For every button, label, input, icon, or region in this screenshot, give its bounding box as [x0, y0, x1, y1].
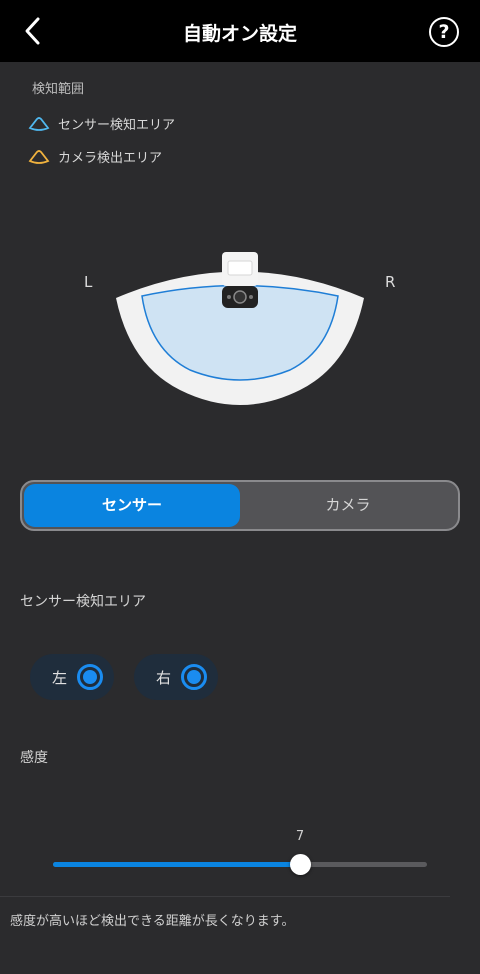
left-side-toggle[interactable]: 左: [30, 654, 114, 700]
right-radio-button[interactable]: [181, 664, 207, 690]
tab-camera[interactable]: カメラ: [240, 484, 456, 527]
legend-camera-label: カメラ検出エリア: [58, 151, 163, 166]
legend-camera-area: カメラ検出エリア: [28, 147, 162, 166]
sensitivity-slider-thumb[interactable]: [289, 854, 311, 875]
radio-selected-dot: [187, 670, 201, 684]
question-icon: ?: [438, 21, 450, 43]
camera-area-icon: [28, 149, 50, 164]
right-side-toggle[interactable]: 右: [134, 654, 218, 700]
right-side-label: R: [385, 273, 396, 291]
device-icon: [222, 252, 258, 308]
radio-selected-dot: [83, 670, 97, 684]
mode-segmented-control: センサー カメラ: [20, 480, 460, 531]
help-button[interactable]: ?: [429, 17, 459, 47]
detection-area-diagram: [116, 252, 364, 405]
legend-sensor-area: センサー検知エリア: [28, 114, 175, 133]
left-radio-button[interactable]: [77, 664, 103, 690]
sensor-area-label: センサー検知エリア: [20, 594, 146, 610]
sensitivity-note: 感度が高いほど検出できる距離が長くなります。: [10, 914, 295, 929]
divider: [0, 896, 450, 897]
right-side-toggle-label: 右: [156, 669, 172, 687]
tab-sensor[interactable]: センサー: [24, 484, 240, 527]
detection-range-heading: 検知範囲: [32, 82, 85, 97]
left-side-label: L: [84, 273, 93, 291]
sensitivity-label: 感度: [20, 750, 48, 766]
header-bar: 自動オン設定 ?: [0, 0, 480, 62]
sensitivity-slider-fill: [53, 862, 300, 867]
page-title: 自動オン設定: [182, 23, 297, 45]
left-side-toggle-label: 左: [52, 669, 68, 687]
sensitivity-value: 7: [295, 829, 305, 844]
sensor-area-icon: [28, 116, 50, 131]
legend-sensor-label: センサー検知エリア: [58, 118, 176, 133]
